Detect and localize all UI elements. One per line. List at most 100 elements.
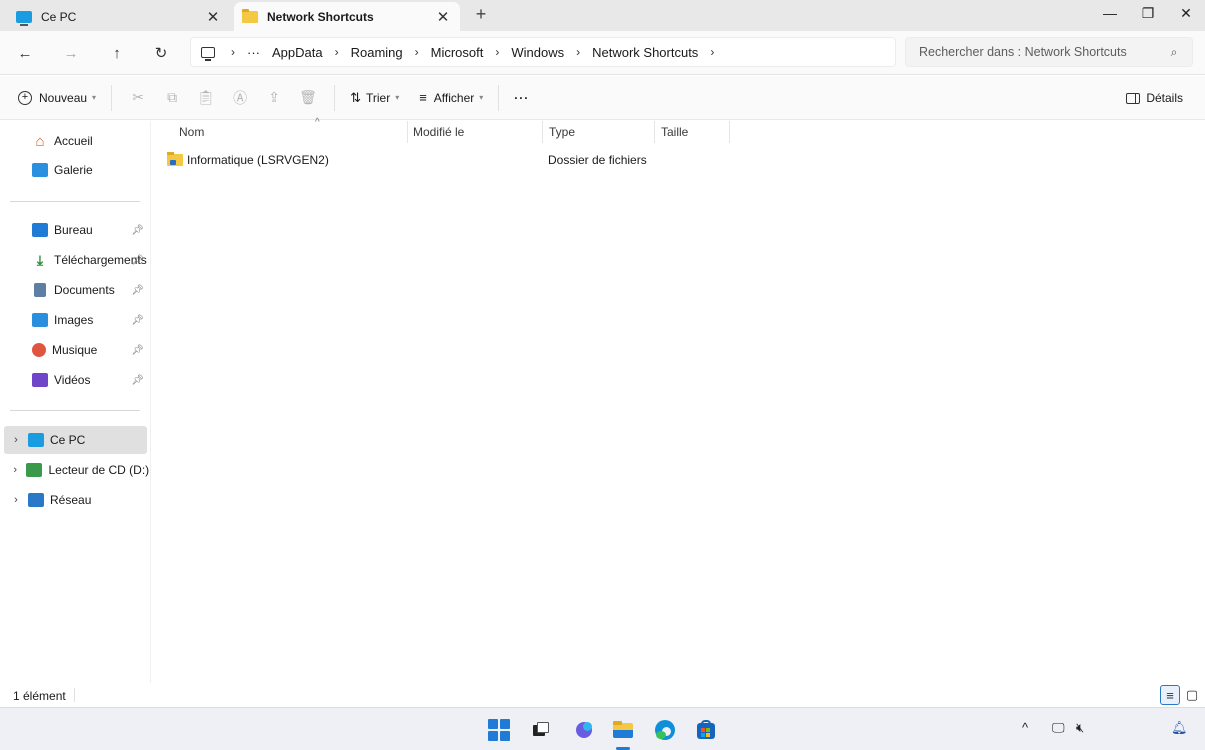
this-pc-icon[interactable] [201, 46, 215, 61]
nav-label: Vidéos [54, 373, 91, 387]
title-bar: Ce PC ✕ Network Shortcuts ✕ + — ❐ ✕ [0, 0, 1205, 31]
breadcrumb-item[interactable]: Network Shortcuts [592, 45, 698, 60]
rename-button[interactable]: Ⓐ [223, 82, 257, 114]
copy-button[interactable]: ⧉ [155, 82, 189, 114]
chevron-down-icon: ▾ [92, 93, 97, 102]
address-bar: ← → ↑ ↻ › ··· AppData › Roaming › Micros… [0, 31, 1205, 75]
new-label: Nouveau [39, 90, 88, 105]
column-header-size[interactable]: Taille [661, 121, 729, 143]
breadcrumb-item[interactable]: Microsoft [431, 45, 484, 60]
chevron-right-icon[interactable]: › [335, 45, 339, 59]
pin-icon[interactable]: 📌︎ [131, 315, 144, 326]
new-button[interactable]: + Nouveau ▾ [12, 82, 102, 114]
pin-icon[interactable]: 📌︎ [131, 375, 144, 386]
file-explorer-icon[interactable] [612, 719, 634, 741]
cut-button[interactable]: ✂ [121, 82, 155, 114]
breadcrumb[interactable]: › ··· AppData › Roaming › Microsoft › Wi… [190, 37, 896, 67]
nav-item-telechargements[interactable]: ⤓ Téléchargements 📌︎ [0, 246, 150, 274]
nav-item-cd-drive[interactable]: › Lecteur de CD (D:) C [0, 456, 150, 484]
divider [74, 688, 75, 702]
up-button[interactable]: ↑ [105, 41, 129, 65]
sort-label: Trier [365, 90, 391, 105]
nav-item-gallery[interactable]: Galerie [0, 156, 150, 184]
list-view-icon: ≡ [1166, 687, 1174, 703]
delete-button[interactable]: 🗑︎ [291, 82, 325, 114]
column-header-modified[interactable]: Modifié le [413, 121, 541, 143]
edge-icon[interactable] [654, 719, 676, 741]
forward-button[interactable]: → [59, 41, 83, 65]
chevron-right-icon[interactable]: › [495, 45, 499, 59]
network-status-icon[interactable]: 🖵︎ [1052, 720, 1065, 736]
pin-icon[interactable]: 📌︎ [131, 225, 144, 236]
column-divider[interactable] [407, 121, 408, 143]
column-divider[interactable] [542, 121, 543, 143]
list-item[interactable]: Informatique (LSRVGEN2) Dossier de fichi… [167, 149, 1187, 171]
column-header-name[interactable]: Nom ^ [179, 117, 408, 143]
chevron-right-icon[interactable]: › [6, 494, 26, 506]
tiles-view-toggle[interactable]: ▢ [1182, 685, 1202, 705]
close-icon[interactable]: ✕ [202, 8, 224, 26]
task-view-icon[interactable] [530, 719, 552, 741]
cd-drive-icon [26, 463, 43, 477]
videos-icon [32, 373, 48, 387]
nav-item-home[interactable]: ⌂ Accueil [0, 127, 150, 155]
pin-icon[interactable]: 📌︎ [131, 345, 144, 356]
chevron-right-icon[interactable]: › [231, 45, 235, 59]
more-options-button[interactable]: ··· [508, 82, 535, 114]
nav-item-images[interactable]: Images 📌︎ [0, 306, 150, 334]
details-button[interactable]: Détails [1126, 82, 1183, 114]
search-input[interactable] [919, 45, 1165, 59]
close-icon[interactable]: ✕ [432, 8, 454, 26]
nav-label: Bureau [54, 223, 93, 237]
store-icon[interactable] [695, 719, 717, 741]
chevron-right-icon[interactable]: › [576, 45, 580, 59]
breadcrumb-overflow[interactable]: ··· [247, 45, 260, 60]
minimize-button[interactable]: — [1091, 0, 1129, 26]
nav-item-network[interactable]: › Réseau [0, 486, 150, 514]
cut-icon: ✂ [132, 89, 144, 105]
tab-ce-pc[interactable]: Ce PC ✕ [8, 3, 230, 31]
nav-label: Ce PC [50, 433, 86, 447]
column-divider[interactable] [729, 121, 730, 143]
navigation-pane: ⌂ Accueil Galerie Bureau 📌︎ ⤓ Télécharge… [0, 121, 150, 683]
chevron-right-icon[interactable]: › [6, 434, 26, 446]
copilot-icon[interactable] [573, 719, 595, 741]
chevron-up-icon[interactable]: ^ [1022, 720, 1028, 735]
column-label: Nom [179, 125, 205, 139]
search-icon[interactable]: ⌕ [1165, 45, 1183, 60]
nav-item-bureau[interactable]: Bureau 📌︎ [0, 216, 150, 244]
pin-icon[interactable]: 📌︎ [131, 255, 144, 266]
new-tab-button[interactable]: + [470, 4, 492, 25]
breadcrumb-item[interactable]: Windows [511, 45, 564, 60]
close-window-button[interactable]: ✕ [1167, 0, 1205, 26]
nav-item-this-pc[interactable]: › Ce PC [4, 426, 147, 454]
breadcrumb-item[interactable]: Roaming [351, 45, 403, 60]
start-icon[interactable] [488, 719, 510, 741]
details-view-toggle[interactable]: ≡ [1160, 685, 1180, 705]
paste-button[interactable]: 📋︎ [189, 82, 223, 114]
share-icon: ⇪ [268, 89, 280, 105]
refresh-button[interactable]: ↻ [149, 41, 173, 65]
notification-bell-icon[interactable]: 🔔︎ [1171, 720, 1188, 736]
sort-button[interactable]: ⇅ Trier ▾ [344, 82, 405, 114]
view-button[interactable]: ≡ Afficher ▾ [413, 82, 489, 114]
nav-item-videos[interactable]: Vidéos 📌︎ [0, 366, 150, 394]
file-name: Informatique (LSRVGEN2) [187, 153, 329, 167]
taskbar: ^ 🖵︎ 🔇︎ 🔔︎ [0, 707, 1205, 750]
restore-button[interactable]: ❐ [1129, 0, 1167, 26]
pin-icon[interactable]: 📌︎ [131, 285, 144, 296]
breadcrumb-item[interactable]: AppData [272, 45, 323, 60]
chevron-right-icon[interactable]: › [415, 45, 419, 59]
tab-network-shortcuts[interactable]: Network Shortcuts ✕ [234, 2, 460, 31]
view-label: Afficher [433, 90, 475, 105]
volume-muted-icon[interactable]: 🔇︎ [1076, 720, 1084, 736]
column-divider[interactable] [654, 121, 655, 143]
back-button[interactable]: ← [13, 41, 37, 65]
chevron-right-icon[interactable]: › [6, 464, 24, 476]
column-header-type[interactable]: Type [549, 121, 653, 143]
item-count: 1 élément [13, 689, 66, 703]
share-button[interactable]: ⇪ [257, 82, 291, 114]
nav-item-documents[interactable]: Documents 📌︎ [0, 276, 150, 304]
chevron-right-icon[interactable]: › [710, 45, 714, 59]
nav-item-musique[interactable]: Musique 📌︎ [0, 336, 150, 364]
